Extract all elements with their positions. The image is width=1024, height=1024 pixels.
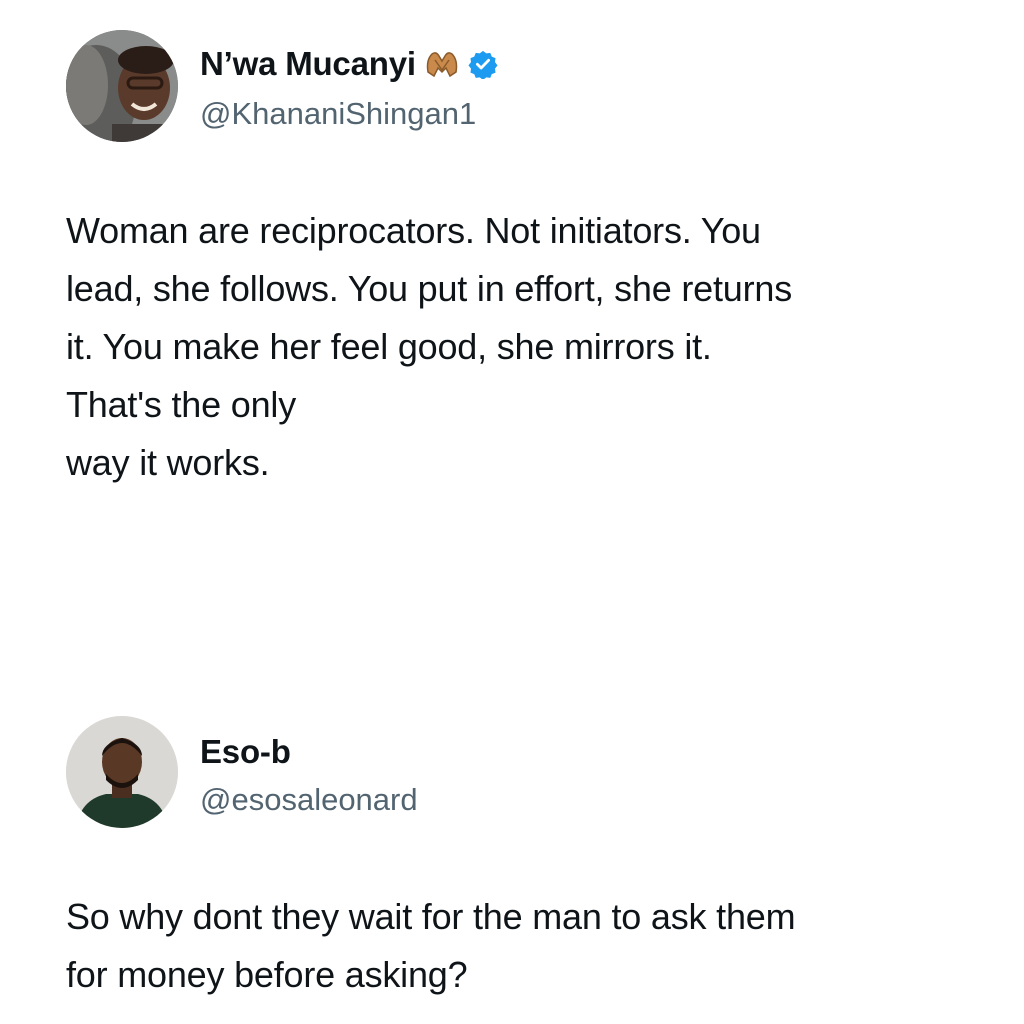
user-avatar[interactable] bbox=[66, 30, 178, 142]
tweet-text-line: it. You make her feel good, she mirrors … bbox=[66, 326, 712, 367]
user-handle[interactable]: @esosaleonard bbox=[200, 780, 418, 820]
user-avatar[interactable] bbox=[66, 716, 178, 828]
tweet-text: So why dont they wait for the man to ask… bbox=[66, 888, 966, 1004]
avatar-photo bbox=[66, 716, 178, 828]
tweet-text: Woman are reciprocators. Not initiators.… bbox=[66, 202, 966, 492]
verified-badge-icon bbox=[468, 49, 498, 80]
author-name-row: Eso-b bbox=[200, 732, 291, 772]
display-name[interactable]: N’wa Mucanyi bbox=[200, 44, 416, 84]
heart-hands-icon bbox=[424, 48, 460, 80]
tweet-text-line: way it works. bbox=[66, 442, 270, 483]
tweet-text-line: So why dont they wait for the man to ask… bbox=[66, 896, 796, 937]
display-name[interactable]: Eso-b bbox=[200, 732, 291, 772]
author-name-row: N’wa Mucanyi bbox=[200, 44, 498, 84]
tweet-text-line: for money before asking? bbox=[66, 954, 468, 995]
user-handle[interactable]: @KhananiShingan1 bbox=[200, 94, 476, 134]
tweet-text-line: lead, she follows. You put in effort, sh… bbox=[66, 268, 793, 309]
tweet-text-line: That's the only bbox=[66, 384, 296, 425]
avatar-photo bbox=[66, 30, 178, 142]
tweet-text-line: Woman are reciprocators. Not initiators.… bbox=[66, 210, 761, 251]
